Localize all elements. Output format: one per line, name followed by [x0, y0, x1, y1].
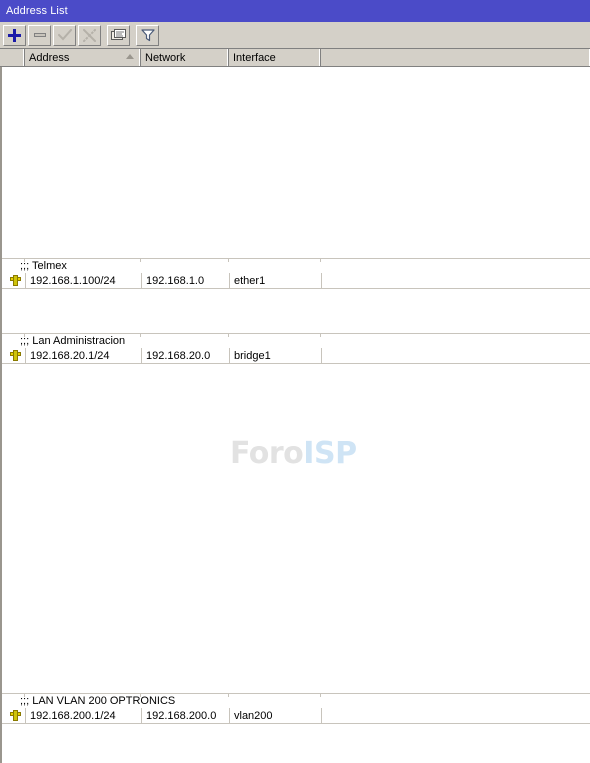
column-header-flag[interactable]: [0, 49, 24, 66]
disable-button[interactable]: [78, 24, 101, 46]
tick: [140, 259, 141, 262]
table-row[interactable]: 192.168.1.100/24 192.168.1.0 ether1: [2, 272, 590, 289]
cell-spacer: [322, 708, 590, 724]
window-title: Address List: [6, 5, 68, 17]
window-titlebar: Address List: [0, 0, 590, 22]
watermark-isp: ISP: [303, 436, 357, 471]
comment-text: ;;; LAN VLAN 200 OPTRONICS: [20, 695, 176, 707]
table-column-header: Address Network Interface: [0, 49, 590, 67]
enable-button[interactable]: [53, 24, 76, 46]
address-list-window: Address List Address Network Interface F…: [0, 0, 590, 763]
table-row[interactable]: 192.168.200.1/24 192.168.200.0 vlan200: [2, 707, 590, 724]
tick: [228, 259, 229, 262]
comment-icon: [111, 28, 126, 42]
cell-spacer: [322, 348, 590, 364]
row-flag-cell: [2, 347, 26, 364]
address-list-body[interactable]: ForoISP ;;; Telmex 192.168.1.100/24 192.…: [0, 67, 590, 763]
tick: [320, 334, 321, 337]
watermark: ForoISP: [230, 436, 357, 471]
table-row[interactable]: 192.168.20.1/24 192.168.20.0 bridge1: [2, 347, 590, 364]
comment-button[interactable]: [107, 24, 130, 46]
tick: [320, 694, 321, 697]
check-icon: [57, 29, 72, 41]
watermark-foro: Foro: [230, 436, 304, 471]
cell-address: 192.168.1.100/24: [26, 272, 142, 289]
cross-icon: [83, 28, 96, 42]
column-header-interface[interactable]: Interface: [228, 49, 320, 66]
cell-address: 192.168.200.1/24: [26, 707, 142, 724]
cell-spacer: [322, 273, 590, 289]
cell-interface: ether1: [230, 272, 322, 289]
row-flag-cell: [2, 272, 26, 289]
cell-network: 192.168.1.0: [142, 272, 230, 289]
column-header-spacer: [320, 49, 590, 66]
cell-network: 192.168.20.0: [142, 347, 230, 364]
filter-icon: [140, 28, 155, 42]
comment-text: ;;; Telmex: [20, 260, 67, 272]
comment-text: ;;; Lan Administracion: [20, 335, 126, 347]
cell-interface: bridge1: [230, 347, 322, 364]
plus-icon: [8, 28, 21, 42]
tick: [228, 694, 229, 697]
toolbar: [0, 22, 590, 49]
column-header-network[interactable]: Network: [140, 49, 228, 66]
filter-button[interactable]: [136, 24, 159, 46]
minus-icon: [33, 33, 46, 37]
dynamic-cross-icon: [10, 275, 21, 286]
dynamic-cross-icon: [10, 710, 21, 721]
add-button[interactable]: [3, 24, 26, 46]
cell-interface: vlan200: [230, 707, 322, 724]
sort-ascending-icon: [126, 54, 134, 59]
tick: [140, 334, 141, 337]
tick: [320, 259, 321, 262]
cell-address: 192.168.20.1/24: [26, 347, 142, 364]
tick: [228, 334, 229, 337]
remove-button[interactable]: [28, 24, 51, 46]
dynamic-cross-icon: [10, 350, 21, 361]
cell-network: 192.168.200.0: [142, 707, 230, 724]
column-header-address[interactable]: Address: [24, 49, 140, 66]
row-flag-cell: [2, 707, 26, 724]
column-header-address-label: Address: [29, 51, 70, 64]
